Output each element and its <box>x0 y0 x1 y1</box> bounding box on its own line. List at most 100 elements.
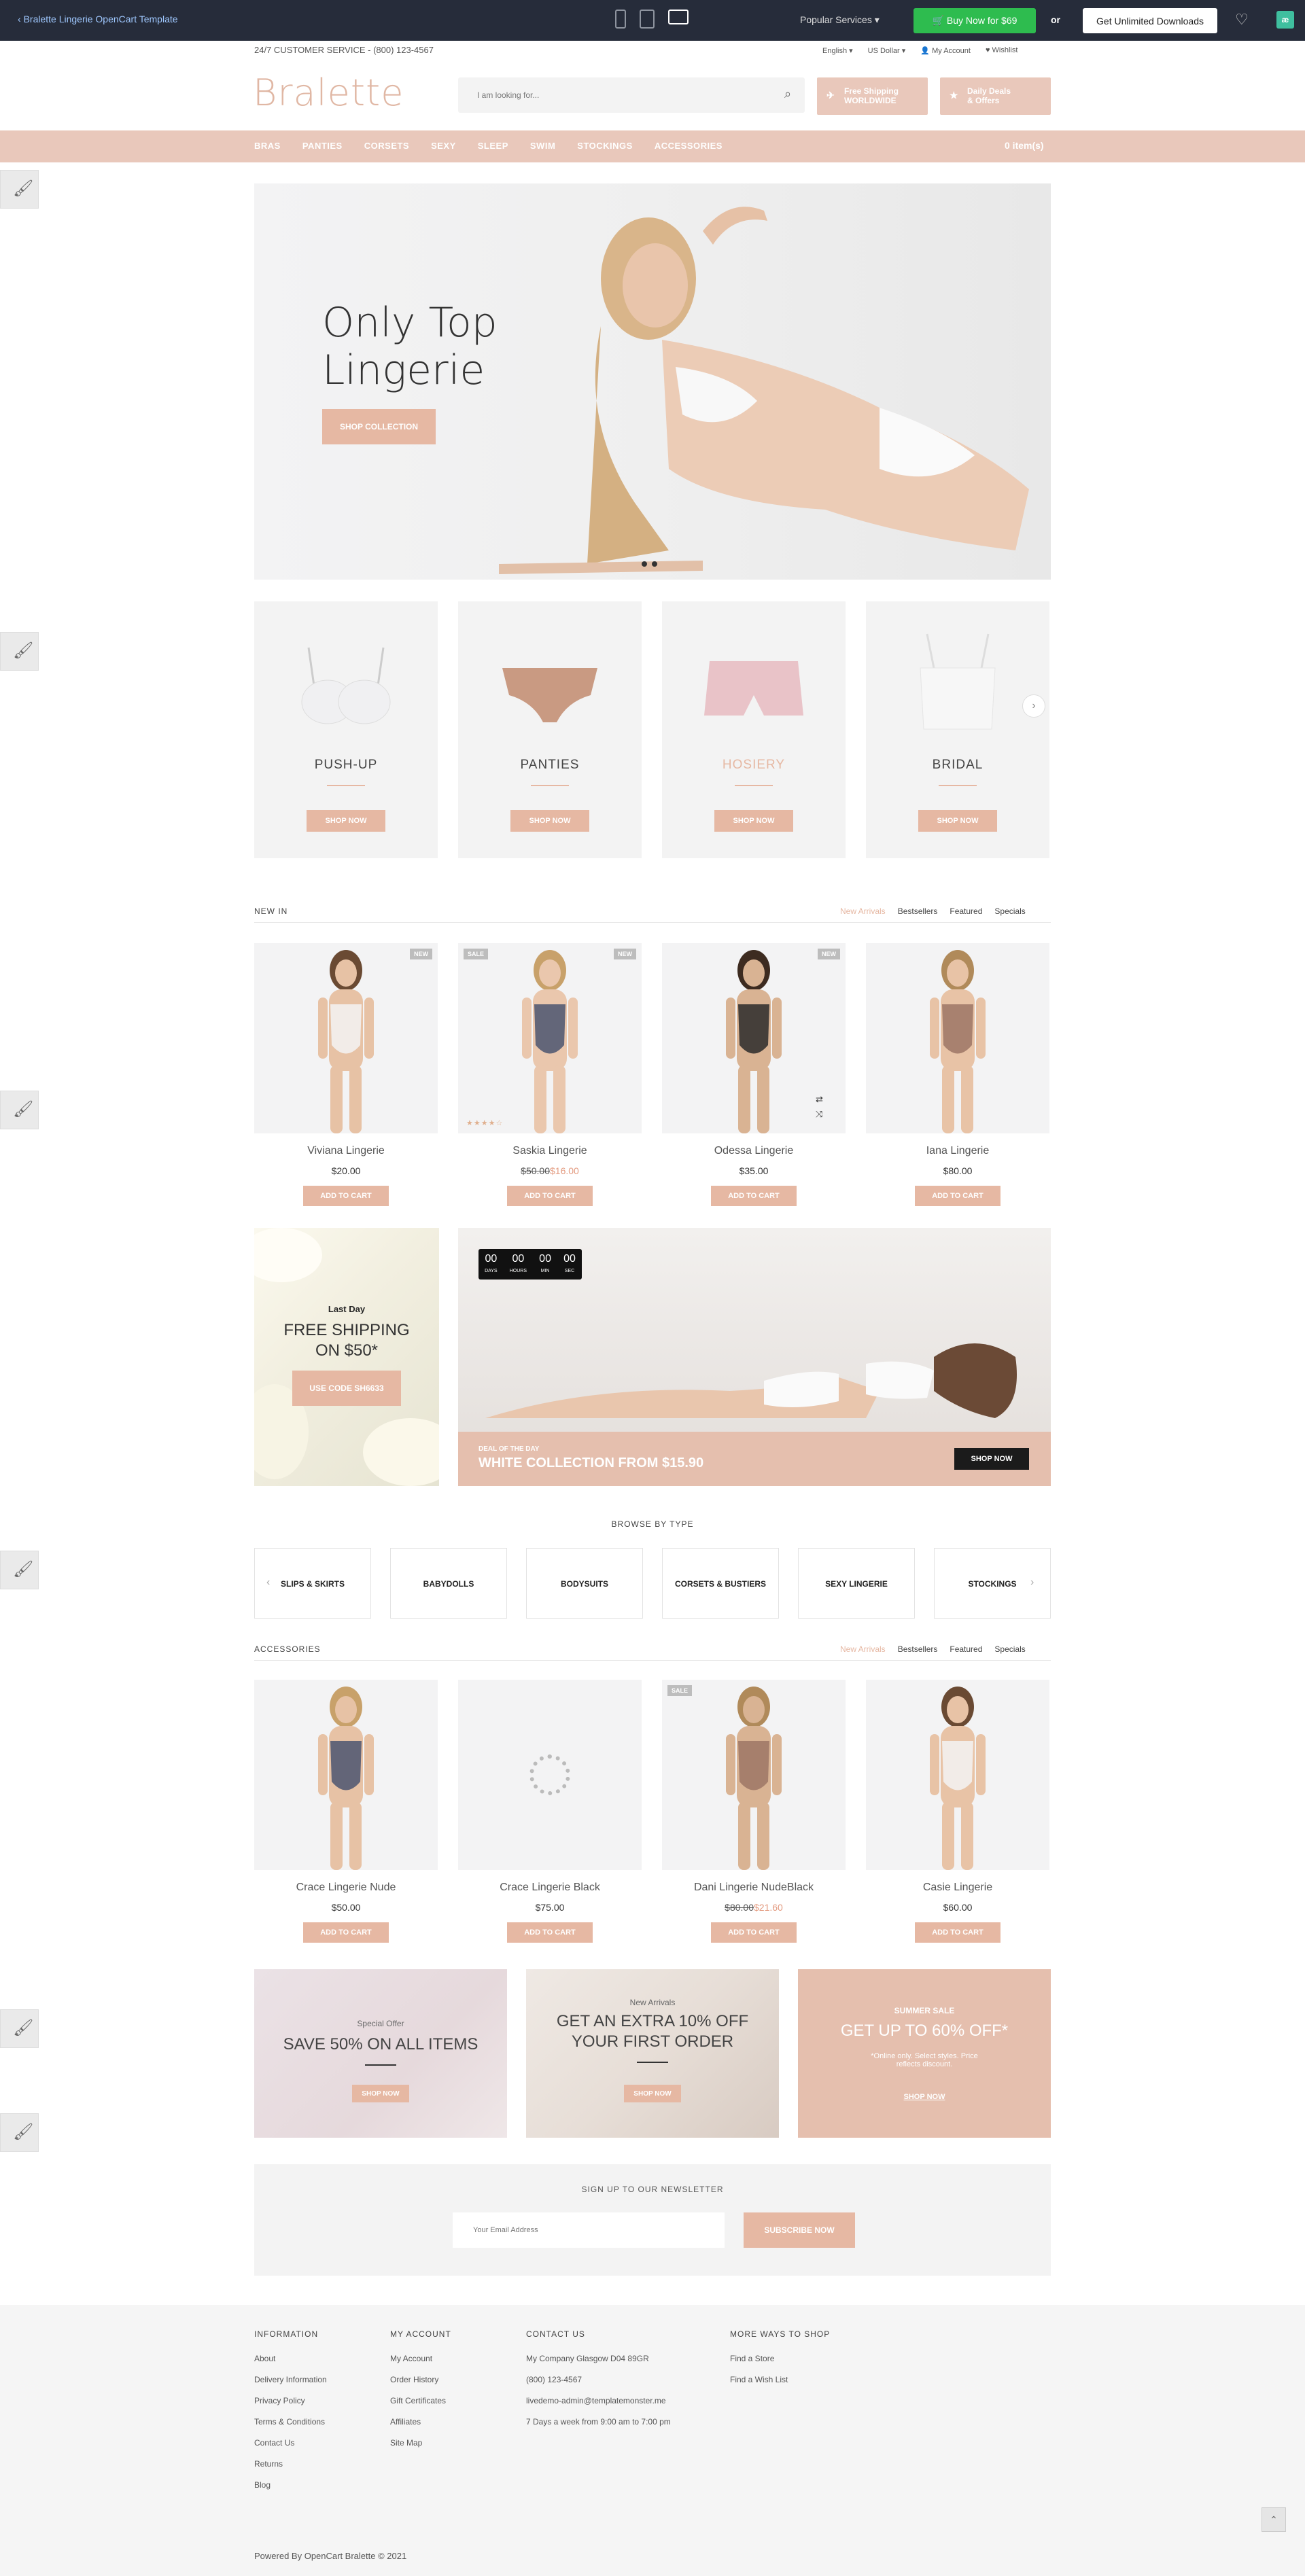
shuffle-icon[interactable]: ⤨ <box>816 1109 822 1120</box>
tab-featured[interactable]: Featured <box>950 1644 982 1654</box>
deal-of-the-day[interactable]: 00 DAYS 00 HOURS 00 MIN 00 SEC DEAL OF THE DAY … <box>458 1228 1051 1486</box>
product-name[interactable]: Casie Lingerie <box>866 1882 1049 1894</box>
shop-now-button[interactable]: SHOP NOW <box>510 810 589 832</box>
search-icon[interactable]: ⌕ <box>784 87 791 101</box>
add-to-cart-button[interactable]: ADD TO CART <box>711 1186 797 1206</box>
type-bodysuits[interactable]: BODYSUITS <box>526 1548 643 1619</box>
language-select[interactable]: English ▾ <box>822 46 853 55</box>
footer-link[interactable]: Blog <box>254 2480 327 2490</box>
back-to-template-link[interactable]: ‹ Bralette Lingerie OpenCart Template <box>18 14 178 24</box>
category-card-panties[interactable]: PANTIES SHOP NOW <box>458 601 642 858</box>
nav-item-sleep[interactable]: SLEEP <box>478 141 508 151</box>
type-slips-skirts[interactable]: SLIPS & SKIRTS <box>254 1548 371 1619</box>
footer-link[interactable]: Privacy Policy <box>254 2396 327 2405</box>
product-name[interactable]: Saskia Lingerie <box>458 1145 642 1157</box>
add-to-cart-button[interactable]: ADD TO CART <box>711 1922 797 1943</box>
add-to-cart-button[interactable]: ADD TO CART <box>303 1186 389 1206</box>
footer-link[interactable]: Returns <box>254 2459 327 2469</box>
category-card-bridal[interactable]: BRIDAL SHOP NOW <box>866 601 1049 858</box>
tab-specials[interactable]: Specials <box>994 906 1025 916</box>
phone-icon[interactable] <box>615 10 626 29</box>
footer-link[interactable]: My Account <box>390 2354 451 2363</box>
style-switcher-button[interactable]: 🖌 <box>0 170 39 209</box>
product-card[interactable] <box>866 1680 1049 1870</box>
nav-item-panties[interactable]: PANTIES <box>302 141 343 151</box>
unlimited-downloads-button[interactable]: Get Unlimited Downloads <box>1083 8 1217 33</box>
product-card[interactable]: NEW <box>662 943 846 1133</box>
footer-link[interactable]: Find a Store <box>730 2354 830 2363</box>
shop-now-button[interactable]: SHOP NOW <box>307 810 385 832</box>
cart-link[interactable]: 0 item(s) <box>1005 140 1044 151</box>
wishlist-link[interactable]: ♥ Wishlist <box>986 46 1017 55</box>
footer-link[interactable]: Contact Us <box>254 2438 327 2448</box>
summer-sale-banner[interactable]: SUMMER SALE GET UP TO 60% OFF* *Online o… <box>798 1969 1051 2138</box>
product-name[interactable]: Dani Lingerie NudeBlack <box>662 1882 846 1894</box>
shop-now-button[interactable]: SHOP NOW <box>954 1448 1029 1470</box>
style-switcher-button[interactable]: 🖌 <box>0 1551 39 1589</box>
hero-slider[interactable]: Only Top Lingerie SHOP COLLECTION <box>254 183 1051 580</box>
add-to-cart-button[interactable]: ADD TO CART <box>507 1922 593 1943</box>
product-name[interactable]: Odessa Lingerie <box>662 1145 846 1157</box>
add-to-cart-button[interactable]: ADD TO CART <box>507 1186 593 1206</box>
shop-now-button[interactable]: SHOP NOW <box>352 2085 409 2102</box>
product-name[interactable]: Crace Lingerie Nude <box>254 1882 438 1894</box>
tab-specials[interactable]: Specials <box>994 1644 1025 1654</box>
heart-icon[interactable]: ♡ <box>1235 11 1249 29</box>
add-to-cart-button[interactable]: ADD TO CART <box>303 1922 389 1943</box>
footer-link[interactable]: Terms & Conditions <box>254 2417 327 2427</box>
free-shipping-badge[interactable]: ✈ Free Shipping WORLDWIDE <box>817 77 928 115</box>
add-to-cart-button[interactable]: ADD TO CART <box>915 1186 1000 1206</box>
product-name[interactable]: Iana Lingerie <box>866 1145 1049 1157</box>
slider-dot[interactable] <box>652 561 657 567</box>
product-card[interactable]: NEW <box>254 943 438 1133</box>
use-code-button[interactable]: USE CODE SH6633 <box>292 1371 401 1406</box>
chevron-right-icon[interactable]: › <box>1022 694 1045 718</box>
slider-dot[interactable] <box>642 561 647 567</box>
style-switcher-button[interactable]: 🖌 <box>0 1091 39 1129</box>
product-card[interactable] <box>866 943 1049 1133</box>
popular-services-dropdown[interactable]: Popular Services ▾ <box>800 14 880 26</box>
tab-featured[interactable]: Featured <box>950 906 982 916</box>
footer-link[interactable]: About <box>254 2354 327 2363</box>
new-arrivals-banner[interactable]: New Arrivals GET AN EXTRA 10% OFF YOUR FI… <box>526 1969 779 2138</box>
tab-new-arrivals[interactable]: New Arrivals <box>840 906 886 916</box>
currency-select[interactable]: US Dollar ▾ <box>868 46 906 55</box>
tablet-icon[interactable] <box>640 10 655 29</box>
logo[interactable]: Bralette <box>253 71 404 114</box>
compare-icon[interactable]: ⇄ <box>816 1094 823 1105</box>
buy-now-button[interactable]: 🛒 Buy Now for $69 <box>914 8 1036 33</box>
nav-item-sexy[interactable]: SEXY <box>431 141 456 151</box>
nav-item-corsets[interactable]: CORSETS <box>364 141 409 151</box>
type-babydolls[interactable]: BABYDOLLS <box>390 1548 507 1619</box>
shop-now-link[interactable]: SHOP NOW <box>798 2093 1051 2101</box>
product-name[interactable]: Viviana Lingerie <box>254 1145 438 1157</box>
shop-collection-button[interactable]: SHOP COLLECTION <box>322 409 436 444</box>
nav-item-stockings[interactable]: STOCKINGS <box>577 141 633 151</box>
nav-item-accessories[interactable]: ACCESSORIES <box>655 141 723 151</box>
style-switcher-button[interactable]: 🖌 <box>0 2113 39 2152</box>
chevron-up-icon[interactable]: ⌃ <box>1262 2507 1286 2532</box>
style-switcher-button[interactable]: 🖌 <box>0 632 39 671</box>
product-card[interactable]: SALE <box>662 1680 846 1870</box>
tab-bestsellers[interactable]: Bestsellers <box>898 1644 938 1654</box>
desktop-icon[interactable] <box>668 10 689 24</box>
shop-now-button[interactable]: SHOP NOW <box>624 2085 681 2102</box>
category-card-hosiery[interactable]: HOSIERY SHOP NOW <box>662 601 846 858</box>
free-shipping-promo[interactable]: Last Day FREE SHIPPING ON $50* USE CODE S… <box>254 1228 439 1486</box>
type-sexy-lingerie[interactable]: SEXY LINGERIE <box>798 1548 915 1619</box>
nav-item-bras[interactable]: BRAS <box>254 141 281 151</box>
shop-now-button[interactable]: SHOP NOW <box>918 810 997 832</box>
footer-link[interactable]: Affiliates <box>390 2417 451 2427</box>
tab-new-arrivals[interactable]: New Arrivals <box>840 1644 886 1654</box>
type-corsets-bustiers[interactable]: CORSETS & BUSTIERS <box>662 1548 779 1619</box>
category-card-push-up[interactable]: PUSH-UP SHOP NOW <box>254 601 438 858</box>
product-card[interactable]: NEW SALE <box>458 943 642 1133</box>
style-switcher-button[interactable]: 🖌 <box>0 2009 39 2048</box>
footer-link[interactable]: Find a Wish List <box>730 2375 830 2384</box>
daily-deals-badge[interactable]: ★ Daily Deals & Offers <box>940 77 1051 115</box>
product-card[interactable] <box>254 1680 438 1870</box>
subscribe-button[interactable]: SUBSCRIBE NOW <box>744 2212 855 2248</box>
footer-link[interactable]: Delivery Information <box>254 2375 327 2384</box>
add-to-cart-button[interactable]: ADD TO CART <box>915 1922 1000 1943</box>
shop-now-button[interactable]: SHOP NOW <box>714 810 793 832</box>
